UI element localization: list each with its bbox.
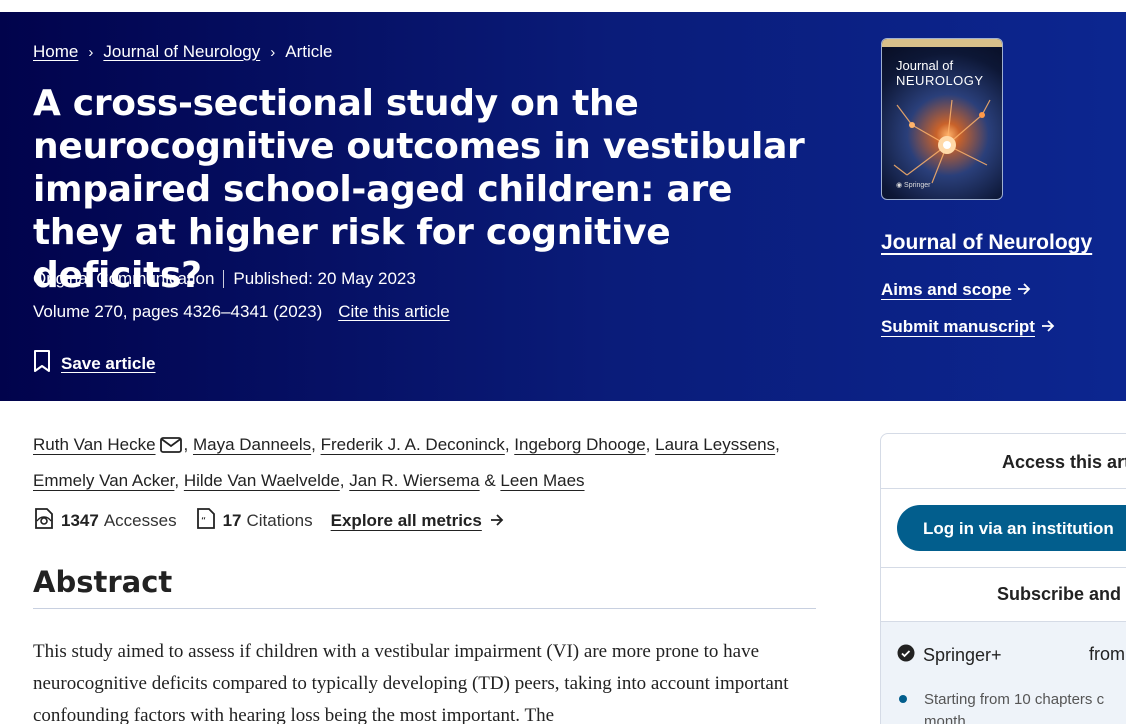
author-link[interactable]: Leen Maes: [500, 471, 584, 490]
save-article-label[interactable]: Save article: [61, 354, 156, 374]
abstract-text: This study aimed to assess if children w…: [33, 641, 789, 724]
save-article-button[interactable]: Save article: [33, 349, 156, 378]
cover-band: [882, 39, 1002, 47]
author-list: Ruth Van Hecke, Maya Danneels, Frederik …: [33, 428, 793, 497]
journal-title-link[interactable]: Journal of Neurology: [881, 231, 1092, 255]
submit-manuscript-link[interactable]: Submit manuscript: [881, 317, 1055, 337]
bullet-dot: [899, 695, 907, 703]
article-volume-row: Volume 270, pages 4326–4341 (2023) Cite …: [33, 302, 450, 322]
citations-icon: “: [195, 506, 217, 535]
access-divider: [881, 567, 1126, 568]
offer-detail: Starting from 10 chapters c month: [924, 691, 1105, 724]
breadcrumb-home[interactable]: Home: [33, 42, 78, 62]
submit-manuscript-label[interactable]: Submit manuscript: [881, 317, 1035, 337]
neuron-illustration: [893, 99, 991, 184]
abstract-divider: [33, 608, 816, 609]
author-link[interactable]: Frederik J. A. Deconinck: [321, 435, 505, 454]
institution-login-button[interactable]: Log in via an institution →: [897, 505, 1126, 551]
journal-name[interactable]: Journal of Neurology: [881, 231, 1092, 254]
bookmark-icon: [33, 349, 51, 378]
accesses-metric: 1347 Accesses: [33, 506, 177, 535]
journal-cover[interactable]: Journal of NEUROLOGY ◉ Springer: [881, 38, 1003, 200]
article-meta: Original Communication Published: 20 May…: [33, 269, 416, 289]
springer-plus-label: Springer+: [923, 645, 1002, 665]
check-circle-icon: [897, 644, 915, 667]
citations-metric: “ 17 Citations: [195, 506, 313, 535]
cover-title-line1: Journal of: [896, 58, 954, 73]
arrow-right-icon: [1017, 280, 1031, 300]
breadcrumb-current: Article: [285, 42, 333, 61]
explore-metrics-link[interactable]: Explore all metrics: [331, 511, 482, 531]
subscribe-heading: Subscribe and s: [997, 584, 1126, 604]
author-link[interactable]: Hilde Van Waelvelde: [184, 471, 340, 490]
email-icon[interactable]: [159, 431, 182, 464]
author-link[interactable]: Ingeborg Dhooge: [514, 435, 645, 454]
citations-label: Citations: [246, 510, 313, 530]
accesses-label: Accesses: [103, 510, 177, 530]
meta-divider: [223, 270, 225, 288]
cite-article-link[interactable]: Cite this article: [338, 302, 449, 322]
chevron-right-icon: ›: [88, 43, 94, 61]
aims-scope-link[interactable]: Aims and scope: [881, 280, 1031, 300]
article-type: Original Communication: [33, 269, 215, 288]
arrow-right-icon: [490, 511, 504, 531]
author-link[interactable]: Ruth Van Hecke: [33, 435, 156, 454]
author-link[interactable]: Jan R. Wiersema: [349, 471, 479, 490]
article-metrics: 1347 Accesses “ 17 Citations Explore all…: [33, 506, 504, 535]
top-strip: [0, 0, 1126, 12]
author-link[interactable]: Maya Danneels: [193, 435, 311, 454]
citations-count: 17: [222, 510, 242, 530]
arrow-right-icon: [1041, 317, 1055, 337]
author-link[interactable]: Emmely Van Acker: [33, 471, 174, 490]
chevron-right-icon: ›: [270, 43, 276, 61]
breadcrumb-journal[interactable]: Journal of Neurology: [103, 42, 260, 62]
breadcrumb: Home › Journal of Neurology › Article: [33, 42, 332, 62]
svg-text:“: “: [201, 516, 206, 527]
article-header: Home › Journal of Neurology › Article A …: [0, 12, 1126, 401]
access-heading: Access this art: [1002, 452, 1126, 472]
springer-plus-row[interactable]: Springer+: [897, 644, 1002, 667]
access-divider: [881, 488, 1126, 489]
cover-title-line2: NEUROLOGY: [896, 73, 984, 88]
aims-scope-label[interactable]: Aims and scope: [881, 280, 1011, 300]
accesses-icon: [33, 506, 55, 535]
author-link[interactable]: Laura Leyssens: [655, 435, 775, 454]
published-date: Published: 20 May 2023: [233, 269, 416, 288]
volume-info: Volume 270, pages 4326–4341 (2023): [33, 302, 323, 321]
springer-logo: ◉ Springer: [896, 182, 931, 189]
springer-plus-price: from: [1089, 644, 1125, 664]
accesses-count: 1347: [61, 510, 99, 530]
article-title: A cross-sectional study on the neurocogn…: [33, 83, 805, 296]
access-panel: Access this art Log in via an institutio…: [880, 433, 1126, 724]
abstract-heading: Abstract: [33, 565, 173, 599]
login-label: Log in via an institution: [923, 519, 1114, 538]
